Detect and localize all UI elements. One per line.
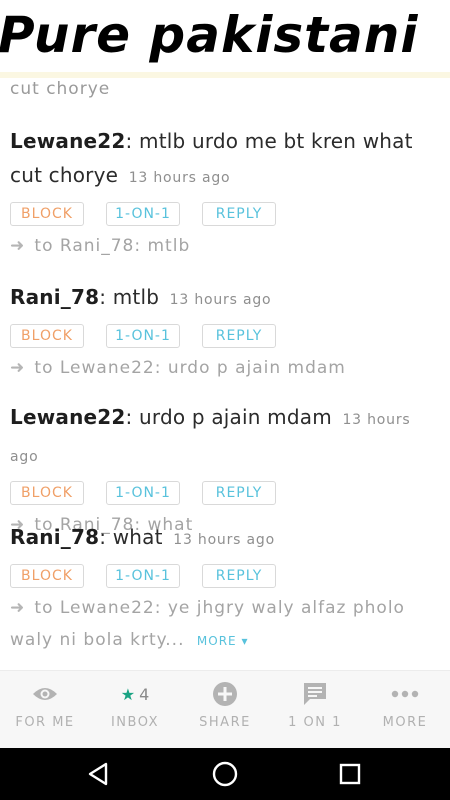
- plus-circle-icon: [180, 679, 270, 709]
- home-icon[interactable]: [210, 759, 240, 789]
- block-button[interactable]: BLOCK: [10, 202, 84, 226]
- nav-label: MORE: [382, 715, 428, 730]
- one-on-one-button[interactable]: 1-ON-1: [106, 481, 180, 505]
- comment-username[interactable]: Rani_78: [10, 525, 99, 549]
- comment-item: Lewane22: mtlb urdo me bt kren what cut …: [10, 124, 435, 262]
- comment-timestamp: 13 hours ago: [128, 170, 231, 186]
- nav-label: SHARE: [199, 715, 251, 730]
- back-icon[interactable]: [84, 759, 114, 789]
- comment-feed[interactable]: cut chorye Lewane22: mtlb urdo me bt kre…: [0, 78, 450, 670]
- comment-username[interactable]: Lewane22: [10, 405, 126, 429]
- nav-one-on-one[interactable]: 1 ON 1: [270, 679, 360, 741]
- comment-username[interactable]: Lewane22: [10, 129, 126, 153]
- page-title: Pure pakistani: [0, 6, 419, 64]
- reply-button[interactable]: REPLY: [202, 481, 276, 505]
- star-icon: ★: [120, 684, 136, 704]
- comment-item: Rani_78: mtlb 13 hours ago BLOCK 1-ON-1 …: [10, 280, 435, 384]
- reply-button[interactable]: REPLY: [202, 564, 276, 588]
- nav-inbox[interactable]: ★ 4 INBOX: [90, 679, 180, 741]
- reply-to-line[interactable]: ➜ to Lewane22: ye jhgry waly alfaz pholo…: [10, 592, 435, 657]
- truncated-comment-text: cut chorye: [10, 79, 111, 99]
- arrow-right-icon: ➜: [10, 236, 26, 256]
- nav-label: FOR ME: [15, 715, 75, 730]
- arrow-right-icon: ➜: [10, 358, 26, 378]
- comment-actions: BLOCK 1-ON-1 REPLY: [10, 481, 435, 507]
- dots-icon: [360, 679, 450, 709]
- app-header: Pure pakistani: [0, 0, 450, 72]
- block-button[interactable]: BLOCK: [10, 324, 84, 348]
- comment-timestamp: 13 hours ago: [169, 292, 272, 308]
- comment-text: : what: [99, 525, 163, 549]
- block-button[interactable]: BLOCK: [10, 481, 84, 505]
- nav-share[interactable]: SHARE: [180, 679, 270, 741]
- inbox-icon-group: ★ 4: [90, 679, 180, 709]
- comment-username[interactable]: Rani_78: [10, 285, 99, 309]
- recents-icon[interactable]: [335, 759, 365, 789]
- comment-actions: BLOCK 1-ON-1 REPLY: [10, 202, 435, 228]
- nav-more[interactable]: MORE: [360, 679, 450, 741]
- nav-label: 1 ON 1: [288, 715, 342, 730]
- comment-item: Rani_78: what 13 hours ago BLOCK 1-ON-1 …: [10, 520, 435, 657]
- reply-to-line[interactable]: ➜ to Rani_78: mtlb: [10, 230, 435, 262]
- bottom-nav: FOR ME ★ 4 INBOX SHARE 1 ON 1 MORE: [0, 670, 450, 749]
- reply-to-text: to Lewane22: urdo p ajain mdam: [34, 358, 346, 378]
- more-link[interactable]: MORE ▾: [197, 634, 249, 648]
- reply-button[interactable]: REPLY: [202, 324, 276, 348]
- reply-to-text: to Rani_78: mtlb: [34, 236, 191, 256]
- comment-body: Rani_78: what 13 hours ago: [10, 520, 435, 557]
- chat-bubble-icon: [270, 679, 360, 709]
- comment-body: Lewane22: mtlb urdo me bt kren what cut …: [10, 124, 435, 195]
- comment-body: Lewane22: urdo p ajain mdam 13 hours ago: [10, 400, 435, 474]
- eye-icon: [0, 679, 90, 709]
- nav-label: INBOX: [110, 715, 160, 730]
- comment-timestamp: 13 hours ago: [173, 532, 275, 548]
- one-on-one-button[interactable]: 1-ON-1: [106, 324, 180, 348]
- system-nav-bar: [0, 748, 450, 800]
- inbox-count-badge: 4: [139, 684, 150, 704]
- nav-for-me[interactable]: FOR ME: [0, 679, 90, 741]
- one-on-one-button[interactable]: 1-ON-1: [106, 564, 180, 588]
- comment-body: Rani_78: mtlb 13 hours ago: [10, 280, 435, 317]
- reply-button[interactable]: REPLY: [202, 202, 276, 226]
- reply-to-line[interactable]: ➜ to Lewane22: urdo p ajain mdam: [10, 352, 435, 384]
- block-button[interactable]: BLOCK: [10, 564, 84, 588]
- one-on-one-button[interactable]: 1-ON-1: [106, 202, 180, 226]
- comment-actions: BLOCK 1-ON-1 REPLY: [10, 324, 435, 350]
- comment-text: : urdo p ajain mdam: [125, 405, 332, 429]
- comment-text: : mtlb: [99, 285, 160, 309]
- arrow-right-icon: ➜: [10, 598, 26, 618]
- comment-actions: BLOCK 1-ON-1 REPLY: [10, 564, 435, 590]
